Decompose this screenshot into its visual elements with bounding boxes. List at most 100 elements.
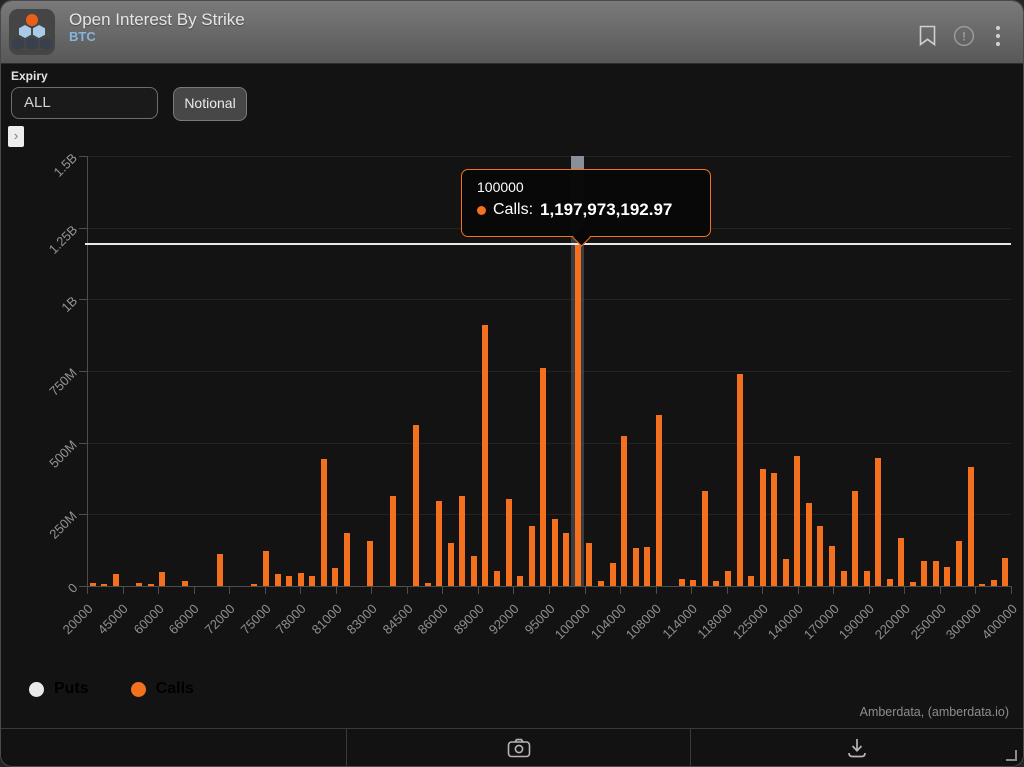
x-axis-tick bbox=[585, 586, 586, 594]
x-axis-tick bbox=[229, 586, 230, 594]
bar-calls[interactable] bbox=[702, 491, 708, 586]
bar-calls[interactable] bbox=[321, 459, 327, 586]
bar-calls[interactable] bbox=[633, 548, 639, 586]
footer-section-left[interactable] bbox=[1, 729, 346, 766]
bar-calls[interactable] bbox=[690, 580, 696, 586]
bar-calls[interactable] bbox=[148, 584, 154, 586]
widget-panel: Open Interest By Strike BTC ! Expiry ALL… bbox=[0, 0, 1024, 767]
footer-toolbar bbox=[1, 728, 1023, 766]
bar-calls[interactable] bbox=[875, 458, 881, 586]
bar-calls[interactable] bbox=[540, 368, 546, 586]
bar-calls[interactable] bbox=[436, 501, 442, 586]
bar-calls[interactable] bbox=[1002, 558, 1008, 586]
legend-item-calls[interactable]: Calls bbox=[131, 680, 194, 698]
legend-label-puts: Puts bbox=[54, 680, 89, 698]
bar-calls[interactable] bbox=[425, 583, 431, 586]
x-axis-tick bbox=[904, 586, 905, 594]
bar-calls[interactable] bbox=[506, 499, 512, 586]
bar-calls[interactable] bbox=[991, 580, 997, 586]
bar-calls[interactable] bbox=[760, 469, 766, 586]
y-axis-label: 1B bbox=[1, 290, 75, 306]
x-axis-tick bbox=[158, 586, 159, 594]
bar-calls[interactable] bbox=[921, 561, 927, 586]
bar-calls[interactable] bbox=[621, 436, 627, 587]
resize-corner-handle[interactable] bbox=[1006, 750, 1017, 761]
bar-calls[interactable] bbox=[771, 473, 777, 586]
bar-calls[interactable] bbox=[806, 503, 812, 586]
bar-calls[interactable] bbox=[298, 573, 304, 586]
bar-calls[interactable] bbox=[90, 583, 96, 586]
bar-calls[interactable] bbox=[263, 551, 269, 586]
bar-calls[interactable] bbox=[517, 576, 523, 586]
bar-calls[interactable] bbox=[101, 584, 107, 586]
bar-calls[interactable] bbox=[113, 574, 119, 586]
legend-item-puts[interactable]: Puts bbox=[29, 680, 89, 698]
bar-calls[interactable] bbox=[413, 425, 419, 586]
bar-calls-highlighted[interactable] bbox=[575, 243, 581, 586]
download-icon[interactable] bbox=[846, 738, 868, 758]
bar-calls[interactable] bbox=[864, 571, 870, 586]
bar-calls[interactable] bbox=[598, 581, 604, 586]
bar-calls[interactable] bbox=[482, 325, 488, 586]
bar-calls[interactable] bbox=[459, 496, 465, 586]
bar-calls[interactable] bbox=[841, 571, 847, 586]
bar-calls[interactable] bbox=[610, 563, 616, 586]
crosshair-value-line bbox=[85, 243, 1011, 245]
bar-calls[interactable] bbox=[725, 571, 731, 586]
bar-calls[interactable] bbox=[968, 467, 974, 586]
bar-calls[interactable] bbox=[737, 374, 743, 586]
bar-calls[interactable] bbox=[529, 526, 535, 586]
bar-calls[interactable] bbox=[367, 541, 373, 586]
bar-calls[interactable] bbox=[910, 582, 916, 586]
bar-calls[interactable] bbox=[586, 543, 592, 586]
bar-calls[interactable] bbox=[159, 572, 165, 586]
x-axis-tick bbox=[1011, 586, 1012, 594]
x-axis-tick bbox=[513, 586, 514, 594]
bar-calls[interactable] bbox=[275, 574, 281, 586]
y-gridline bbox=[87, 443, 1011, 444]
bar-calls[interactable] bbox=[979, 584, 985, 586]
bar-calls[interactable] bbox=[251, 584, 257, 586]
bar-calls[interactable] bbox=[713, 581, 719, 586]
bar-calls[interactable] bbox=[817, 526, 823, 586]
y-gridline bbox=[87, 299, 1011, 300]
x-axis-tick bbox=[123, 586, 124, 594]
y-gridline bbox=[87, 156, 1011, 157]
y-axis-label: 250M bbox=[1, 505, 75, 521]
bar-calls[interactable] bbox=[344, 533, 350, 586]
bar-calls[interactable] bbox=[471, 556, 477, 586]
bar-calls[interactable] bbox=[644, 547, 650, 586]
x-axis-tick bbox=[194, 586, 195, 594]
amberdata-credit: Amberdata, (amberdata.io) bbox=[860, 705, 1009, 719]
bar-calls[interactable] bbox=[679, 579, 685, 586]
axis-pointer-handle[interactable] bbox=[571, 156, 584, 169]
bar-calls[interactable] bbox=[748, 576, 754, 586]
bar-calls[interactable] bbox=[933, 561, 939, 586]
bar-calls[interactable] bbox=[956, 541, 962, 586]
bar-calls[interactable] bbox=[136, 583, 142, 586]
bar-calls[interactable] bbox=[563, 533, 569, 586]
bar-calls[interactable] bbox=[217, 554, 223, 586]
bar-calls[interactable] bbox=[829, 546, 835, 586]
bar-calls[interactable] bbox=[887, 579, 893, 586]
camera-screenshot-icon[interactable] bbox=[507, 738, 531, 758]
y-axis-tick bbox=[79, 228, 87, 229]
bar-calls[interactable] bbox=[448, 543, 454, 586]
x-axis-tick bbox=[442, 586, 443, 594]
bar-calls[interactable] bbox=[898, 538, 904, 586]
bar-calls[interactable] bbox=[494, 571, 500, 586]
bar-calls[interactable] bbox=[656, 415, 662, 586]
bar-calls[interactable] bbox=[390, 496, 396, 586]
bar-calls[interactable] bbox=[286, 576, 292, 586]
bar-calls[interactable] bbox=[309, 576, 315, 586]
bar-calls[interactable] bbox=[552, 519, 558, 586]
bar-calls[interactable] bbox=[182, 581, 188, 586]
bar-calls[interactable] bbox=[332, 568, 338, 586]
open-interest-bar-chart: 1.5B1.25B1B750M500M250M02000045000600006… bbox=[1, 1, 1023, 766]
y-axis-tick bbox=[79, 299, 87, 300]
x-axis-tick bbox=[371, 586, 372, 594]
bar-calls[interactable] bbox=[852, 491, 858, 586]
bar-calls[interactable] bbox=[783, 559, 789, 586]
bar-calls[interactable] bbox=[794, 456, 800, 586]
bar-calls[interactable] bbox=[944, 567, 950, 586]
